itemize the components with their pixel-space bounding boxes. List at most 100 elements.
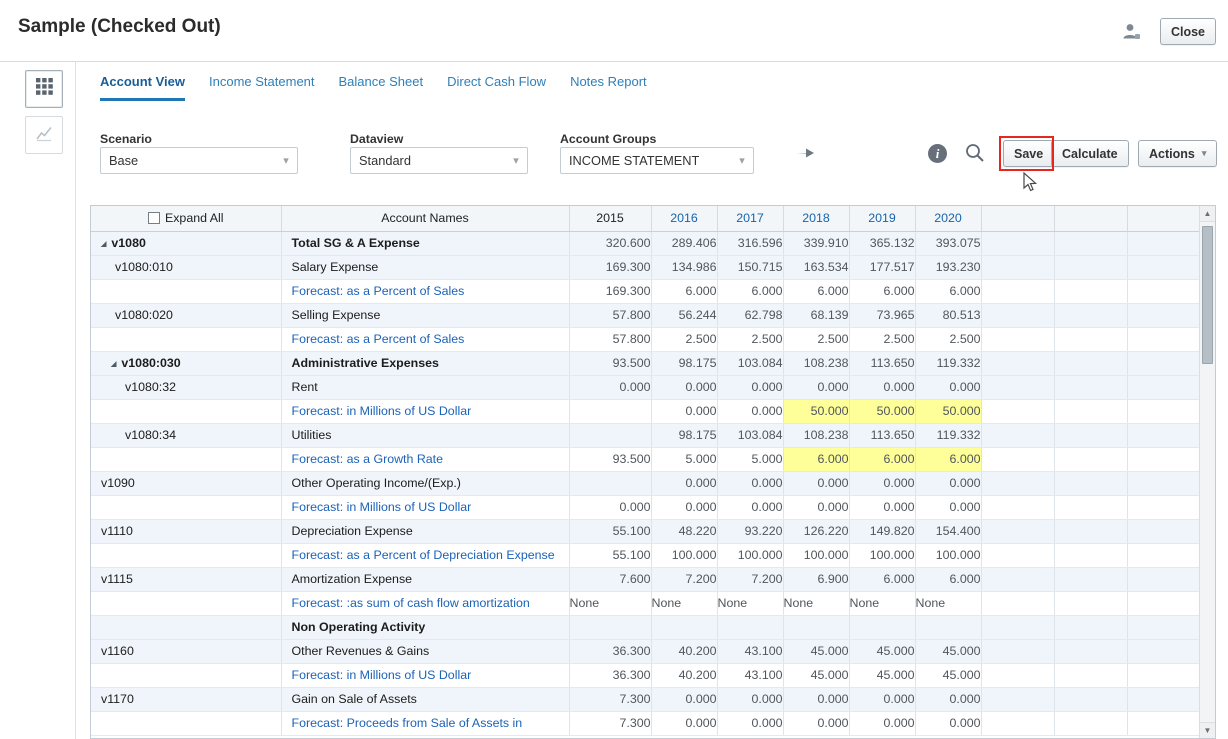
forecast-method-link[interactable]: Forecast: in Millions of US Dollar <box>281 495 569 519</box>
value-cell[interactable]: 80.513 <box>915 303 981 327</box>
value-cell[interactable]: 100.000 <box>651 543 717 567</box>
value-cell[interactable]: 98.175 <box>651 351 717 375</box>
value-cell[interactable]: 45.000 <box>915 663 981 687</box>
value-cell[interactable]: 45.000 <box>783 639 849 663</box>
value-cell[interactable]: 7.200 <box>717 567 783 591</box>
value-cell[interactable]: 0.000 <box>849 471 915 495</box>
value-cell[interactable]: 149.820 <box>849 519 915 543</box>
tab-direct-cash-flow[interactable]: Direct Cash Flow <box>447 74 546 101</box>
forecast-method-link[interactable]: Forecast: Proceeds from Sale of Assets i… <box>281 711 569 735</box>
value-cell[interactable]: 7.200 <box>651 567 717 591</box>
value-cell[interactable]: 0.000 <box>651 687 717 711</box>
value-cell[interactable]: 93.220 <box>717 519 783 543</box>
value-cell[interactable]: 2.500 <box>783 327 849 351</box>
value-cell[interactable]: 45.000 <box>849 639 915 663</box>
chart-view-button[interactable] <box>25 116 63 154</box>
forecast-method-link[interactable]: Forecast: :as sum of cash flow amortizat… <box>281 591 569 615</box>
value-cell[interactable]: 98.175 <box>651 423 717 447</box>
account-groups-dropdown[interactable]: INCOME STATEMENT ▾ <box>560 147 754 174</box>
value-cell[interactable]: 0.000 <box>849 375 915 399</box>
forward-arrow-icon[interactable] <box>795 144 817 167</box>
scroll-up-icon[interactable]: ▲ <box>1200 206 1215 222</box>
account-id-cell[interactable]: v1080:32 <box>91 375 281 399</box>
value-cell[interactable]: 100.000 <box>717 543 783 567</box>
account-id-cell[interactable]: v1080:010 <box>91 255 281 279</box>
search-icon[interactable] <box>963 141 987 170</box>
value-cell[interactable]: None <box>849 591 915 615</box>
value-cell[interactable]: 6.000 <box>651 279 717 303</box>
value-cell[interactable]: 0.000 <box>651 399 717 423</box>
expand-all-checkbox[interactable] <box>148 212 160 224</box>
value-cell[interactable]: 55.100 <box>569 543 651 567</box>
value-cell[interactable]: 113.650 <box>849 351 915 375</box>
account-id-cell[interactable]: v1080:34 <box>91 423 281 447</box>
value-cell[interactable]: 100.000 <box>849 543 915 567</box>
value-cell[interactable]: 365.132 <box>849 231 915 255</box>
value-cell[interactable]: 68.139 <box>783 303 849 327</box>
account-id-cell[interactable]: v1110 <box>91 519 281 543</box>
value-cell[interactable]: 100.000 <box>915 543 981 567</box>
value-cell[interactable]: 50.000 <box>915 399 981 423</box>
actions-menu-button[interactable]: Actions ▾ <box>1138 140 1217 167</box>
year-column-header[interactable]: 2016 <box>651 206 717 231</box>
value-cell[interactable]: 73.965 <box>849 303 915 327</box>
value-cell[interactable]: 57.800 <box>569 327 651 351</box>
value-cell[interactable]: 50.000 <box>783 399 849 423</box>
value-cell[interactable]: 93.500 <box>569 351 651 375</box>
value-cell[interactable]: 45.000 <box>849 663 915 687</box>
expand-toggle-icon[interactable]: ◢ <box>101 240 106 248</box>
value-cell[interactable]: 100.000 <box>783 543 849 567</box>
value-cell[interactable]: 2.500 <box>915 327 981 351</box>
year-column-header[interactable]: 2017 <box>717 206 783 231</box>
value-cell[interactable]: 113.650 <box>849 423 915 447</box>
value-cell[interactable]: None <box>569 591 651 615</box>
value-cell[interactable]: 0.000 <box>783 711 849 735</box>
value-cell[interactable] <box>651 615 717 639</box>
value-cell[interactable] <box>849 615 915 639</box>
value-cell[interactable]: 0.000 <box>717 375 783 399</box>
value-cell[interactable]: 36.300 <box>569 663 651 687</box>
value-cell[interactable]: 57.800 <box>569 303 651 327</box>
account-id-cell[interactable]: v1170 <box>91 687 281 711</box>
grid-view-button[interactable] <box>25 70 63 108</box>
scroll-down-icon[interactable]: ▼ <box>1200 722 1215 738</box>
value-cell[interactable]: 2.500 <box>849 327 915 351</box>
account-id-cell[interactable]: v1115 <box>91 567 281 591</box>
value-cell[interactable]: 163.534 <box>783 255 849 279</box>
account-id-cell[interactable]: v1080:020 <box>91 303 281 327</box>
value-cell[interactable]: None <box>915 591 981 615</box>
value-cell[interactable]: 169.300 <box>569 255 651 279</box>
value-cell[interactable]: 0.000 <box>849 711 915 735</box>
value-cell[interactable]: 316.596 <box>717 231 783 255</box>
scenario-dropdown[interactable]: Base ▾ <box>100 147 298 174</box>
value-cell[interactable]: 0.000 <box>651 375 717 399</box>
value-cell[interactable] <box>717 615 783 639</box>
value-cell[interactable]: 0.000 <box>717 711 783 735</box>
value-cell[interactable]: 0.000 <box>717 495 783 519</box>
value-cell[interactable]: 40.200 <box>651 663 717 687</box>
value-cell[interactable]: 108.238 <box>783 351 849 375</box>
tab-account-view[interactable]: Account View <box>100 74 185 101</box>
info-icon[interactable]: i <box>928 144 947 163</box>
forecast-method-link[interactable]: Forecast: as a Percent of Sales <box>281 279 569 303</box>
year-column-header[interactable]: 2020 <box>915 206 981 231</box>
expand-toggle-icon[interactable]: ◢ <box>111 360 116 368</box>
value-cell[interactable]: 36.300 <box>569 639 651 663</box>
calculate-button[interactable]: Calculate <box>1051 140 1129 167</box>
value-cell[interactable]: 93.500 <box>569 447 651 471</box>
year-column-header[interactable]: 2015 <box>569 206 651 231</box>
value-cell[interactable]: 7.600 <box>569 567 651 591</box>
value-cell[interactable] <box>783 615 849 639</box>
value-cell[interactable]: 150.715 <box>717 255 783 279</box>
value-cell[interactable]: 103.084 <box>717 351 783 375</box>
scrollbar-thumb[interactable] <box>1202 226 1213 364</box>
value-cell[interactable]: 0.000 <box>569 375 651 399</box>
value-cell[interactable]: 5.000 <box>651 447 717 471</box>
forecast-method-link[interactable]: Forecast: as a Growth Rate <box>281 447 569 471</box>
value-cell[interactable]: 193.230 <box>915 255 981 279</box>
value-cell[interactable]: None <box>717 591 783 615</box>
value-cell[interactable]: 43.100 <box>717 663 783 687</box>
save-button[interactable]: Save <box>1003 140 1054 167</box>
user-icon[interactable] <box>1120 21 1142 43</box>
value-cell[interactable]: 0.000 <box>651 711 717 735</box>
